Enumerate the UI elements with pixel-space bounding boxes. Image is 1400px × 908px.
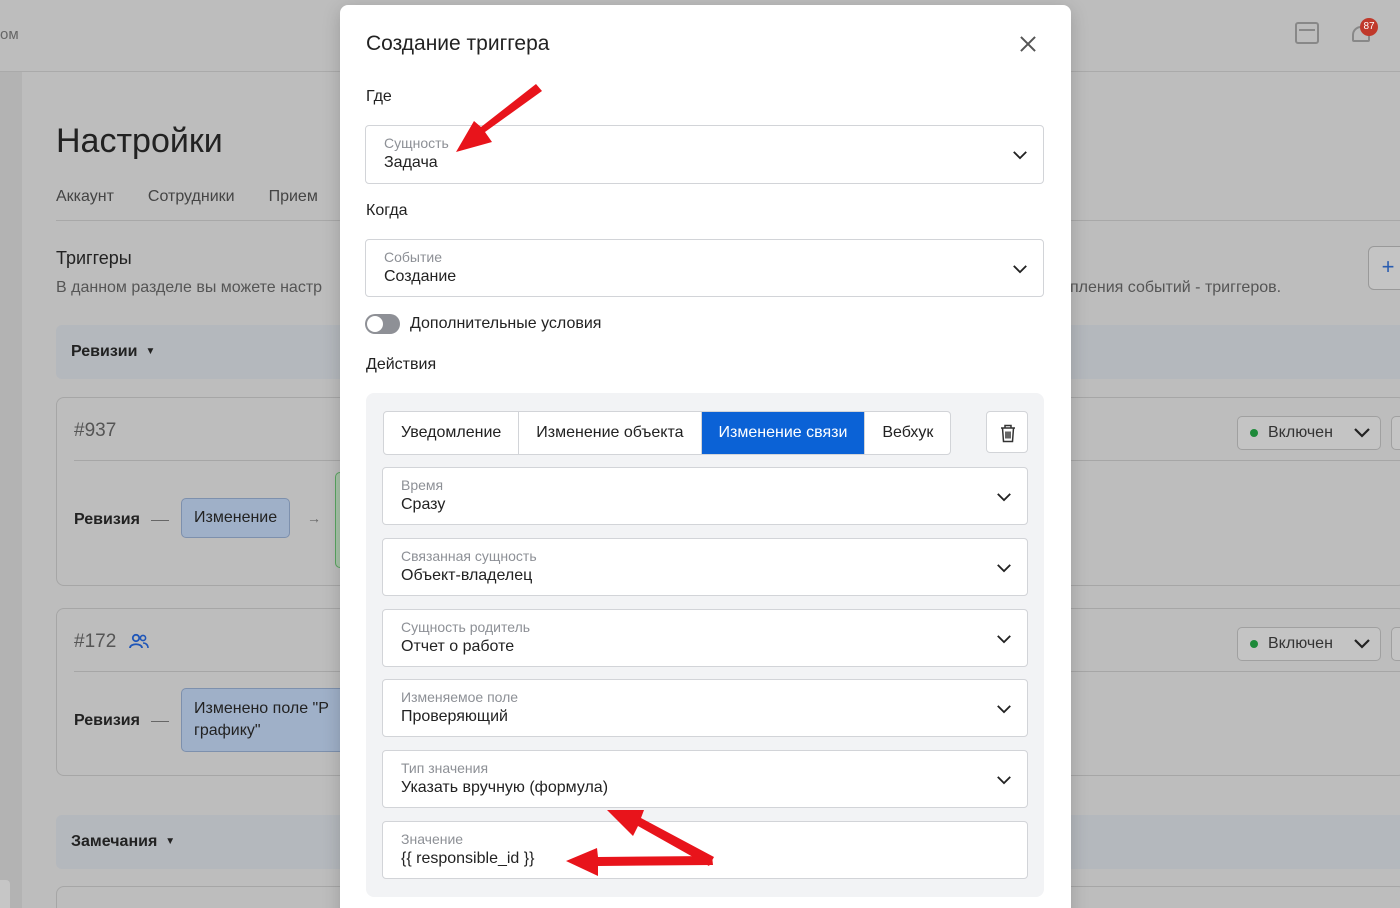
value-type-select[interactable]: Тип значения Указать вручную (формула) [382,750,1028,808]
value-field[interactable]: Значение [382,821,1028,879]
tab-notification[interactable]: Уведомление [384,412,520,454]
settings-tabs: Аккаунт Сотрудники Прием [56,188,318,206]
status-select[interactable]: Включен [1237,627,1381,661]
chip-line: графику" [194,722,261,739]
parent-entity-select[interactable]: Сущность родитель Отчет о работе [382,609,1028,667]
tab-object-change[interactable]: Изменение объекта [519,412,702,454]
value-input[interactable] [401,850,1001,868]
changed-field-select[interactable]: Изменяемое поле Проверяющий [382,679,1028,737]
entity-select[interactable]: Сущность Задача [365,125,1044,184]
chip-line: Изменено поле "Р [194,700,329,717]
changed-field-select-value: Проверяющий [401,708,508,725]
section-description: В данном разделе вы можете настр [56,279,323,296]
caret-down-icon: ▼ [145,346,156,358]
status-dot [1250,640,1258,648]
notifications-badge: 87 [1360,18,1378,36]
chevron-down-icon [997,564,1011,573]
group-label: Замечания [71,833,158,850]
parent-entity-select-value: Отчет о работе [401,638,515,655]
trigger-entity-label: Ревизия [74,511,140,528]
calendar-icon[interactable] [1295,22,1319,44]
arrow-right-icon: → [307,510,321,526]
value-type-select-value: Указать вручную (формула) [401,779,609,796]
trigger-entity-label: Ревизия [74,712,140,729]
chevron-down-icon [997,776,1011,785]
trigger-id: #937 [74,420,117,441]
trigger-event-chip: Изменение [181,498,291,538]
add-trigger-button[interactable]: + [1368,246,1400,290]
trigger-id: #172 [74,631,117,652]
event-select-value: Создание [384,268,457,285]
entity-select-label: Сущность [384,135,449,151]
when-label: Когда [366,202,408,219]
chevron-down-icon [1013,151,1027,160]
section-title: Триггеры [56,248,132,268]
tab-employees[interactable]: Сотрудники [148,188,235,206]
chevron-down-icon [1354,428,1370,438]
where-label: Где [366,88,392,105]
card-menu-button[interactable] [1391,416,1400,450]
tab-reception[interactable]: Прием [269,188,318,206]
group-label: Ревизии [71,343,138,360]
value-type-select-label: Тип значения [401,760,489,776]
trash-icon [1001,424,1015,443]
status-dot [1250,429,1258,437]
chevron-down-icon [997,705,1011,714]
status-label: Включен [1268,635,1333,652]
related-entity-select[interactable]: Связанная сущность Объект-владелец [382,538,1028,596]
actions-panel: Уведомление Изменение объекта Изменение … [366,393,1044,897]
related-entity-select-label: Связанная сущность [401,548,537,564]
changed-field-select-label: Изменяемое поле [401,689,519,705]
extra-conditions-toggle[interactable] [365,314,400,334]
page-title: Настройки [56,122,223,160]
parent-entity-select-label: Сущность родитель [401,619,531,635]
chevron-down-icon [1354,639,1370,649]
caret-down-icon: ▼ [165,836,176,848]
value-field-label: Значение [401,831,464,847]
card-menu-button[interactable] [1391,627,1400,661]
entity-select-value: Задача [384,154,438,171]
time-select[interactable]: Время Сразу [382,467,1028,525]
status-select[interactable]: Включен [1237,416,1381,450]
related-entity-select-value: Объект-владелец [401,567,533,584]
delete-action-button[interactable] [986,411,1028,453]
event-select-label: Событие [384,249,442,265]
status-label: Включен [1268,424,1333,441]
tab-relation-change[interactable]: Изменение связи [701,412,866,454]
extra-conditions-label: Дополнительные условия [410,315,602,332]
close-icon[interactable] [1017,33,1039,55]
event-select[interactable]: Событие Создание [365,239,1044,297]
section-description-tail: пления событий - триггеров. [1070,279,1282,296]
create-trigger-modal: Создание триггера Где Сущность Задача Ко… [340,5,1071,908]
chevron-down-icon [997,635,1011,644]
sidebar-strip [0,72,22,908]
modal-title: Создание триггера [366,32,550,55]
brand-fragment: ом [0,26,19,43]
action-type-tabs: Уведомление Изменение объекта Изменение … [383,411,952,455]
time-select-label: Время [401,477,444,493]
time-select-value: Сразу [401,496,446,513]
actions-label: Действия [366,356,437,373]
chevron-down-icon [1013,265,1027,274]
tab-webhook[interactable]: Вебхук [865,412,950,454]
tab-account[interactable]: Аккаунт [56,188,114,206]
users-icon [129,633,149,649]
chevron-down-icon [997,493,1011,502]
